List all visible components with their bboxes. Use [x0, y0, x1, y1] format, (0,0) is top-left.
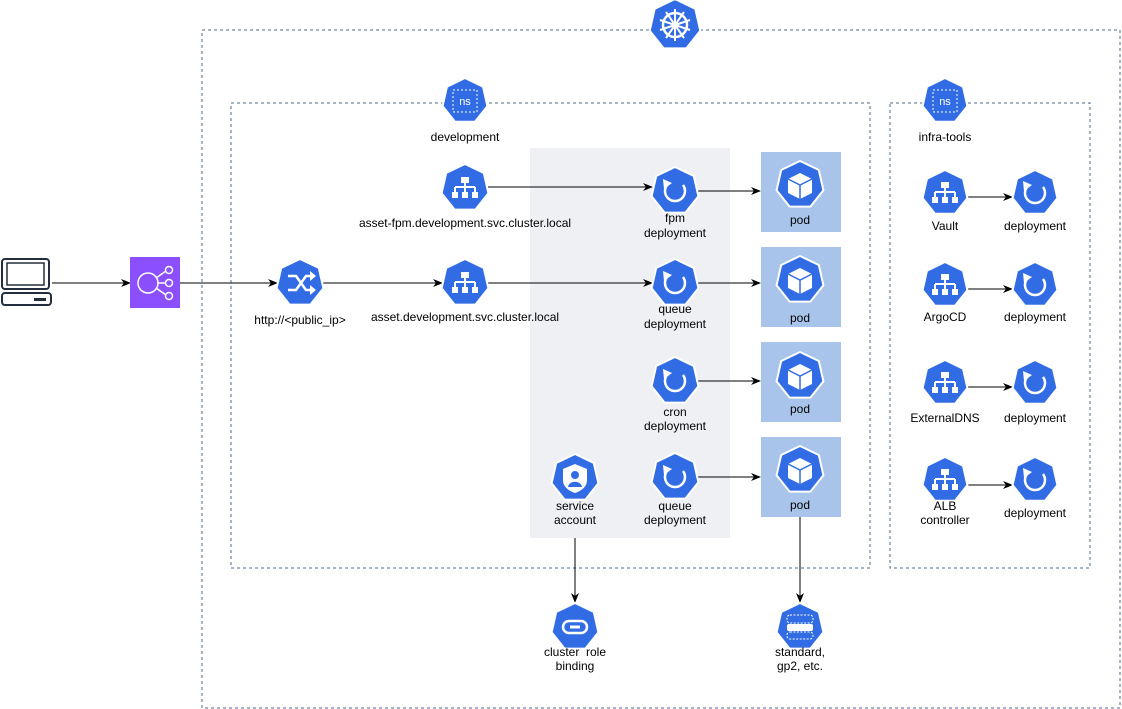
elastic-load-balancer-icon[interactable]: [130, 257, 180, 308]
ns-badge: ns: [939, 96, 951, 108]
pod-label: pod: [790, 498, 810, 512]
namespace-label: development: [431, 130, 500, 144]
infra-tools-namespace-boundary: [889, 102, 1091, 569]
cluster-role-binding-label: cluster role: [544, 645, 606, 659]
alb-controller-label: controller: [920, 513, 969, 527]
deployment-icon[interactable]: [1011, 169, 1059, 215]
deployment-icon[interactable]: [1011, 359, 1059, 405]
service-icon[interactable]: [440, 258, 490, 306]
pod-icon[interactable]: [775, 351, 825, 399]
deployment-icon[interactable]: [650, 258, 700, 306]
service-label: asset.development.svc.cluster.local: [371, 310, 559, 324]
ingress-icon[interactable]: [275, 258, 325, 306]
service-icon[interactable]: [440, 163, 490, 211]
storage-class-label: standard,: [775, 645, 825, 659]
alb-controller-label: ALB: [934, 499, 957, 513]
cluster-role-binding-label: binding: [556, 659, 595, 673]
pod-label: pod: [790, 311, 810, 325]
pod-label: pod: [790, 213, 810, 227]
deployment-label: fpm: [665, 211, 685, 225]
cluster-role-binding-icon[interactable]: [550, 602, 600, 650]
service-icon[interactable]: [921, 456, 969, 502]
deployment-label: deployment: [644, 513, 707, 527]
deployment-label: deployment: [644, 226, 707, 240]
argocd-label: ArgoCD: [924, 310, 967, 324]
pod-icon[interactable]: [775, 255, 825, 303]
deployment-label: deployment: [1004, 411, 1067, 425]
service-icon[interactable]: [921, 169, 969, 215]
deployment-label: deployment: [1004, 310, 1067, 324]
service-label: asset-fpm.development.svc.cluster.local: [359, 216, 571, 230]
ns-badge: ns: [459, 96, 471, 108]
storage-class-icon[interactable]: [775, 602, 825, 650]
deployment-label: deployment: [1004, 219, 1067, 233]
namespace-icon: ns: [441, 77, 489, 123]
vault-label: Vault: [932, 219, 959, 233]
deployment-icon[interactable]: [650, 356, 700, 404]
ingress-label: http://<public_ip>: [254, 313, 345, 327]
service-icon[interactable]: [921, 261, 969, 307]
deployment-label: deployment: [644, 419, 707, 433]
externaldns-label: ExternalDNS: [910, 411, 979, 425]
namespace-label: infra-tools: [919, 130, 972, 144]
laptop-icon[interactable]: [1, 258, 52, 306]
namespace-icon: ns: [921, 77, 969, 123]
architecture-diagram: http://<public_ip> ns development asset-…: [1, 0, 1121, 709]
deployment-icon[interactable]: [650, 166, 700, 214]
deployment-label: queue: [658, 302, 692, 316]
pod-icon[interactable]: [775, 445, 825, 493]
service-account-label: service: [556, 499, 594, 513]
service-account-icon[interactable]: [550, 453, 600, 501]
deployment-icon[interactable]: [650, 452, 700, 500]
service-icon[interactable]: [921, 359, 969, 405]
deployment-label: queue: [658, 499, 692, 513]
service-account-label: account: [554, 513, 597, 527]
kubernetes-icon: [648, 0, 702, 50]
deployment-label: deployment: [1004, 506, 1067, 520]
deployment-label: cron: [663, 405, 686, 419]
deployment-icon[interactable]: [1011, 261, 1059, 307]
deployment-label: deployment: [644, 317, 707, 331]
deployment-icon[interactable]: [1011, 456, 1059, 502]
pod-icon[interactable]: [775, 160, 825, 208]
storage-class-label: gp2, etc.: [777, 659, 823, 673]
pod-label: pod: [790, 402, 810, 416]
